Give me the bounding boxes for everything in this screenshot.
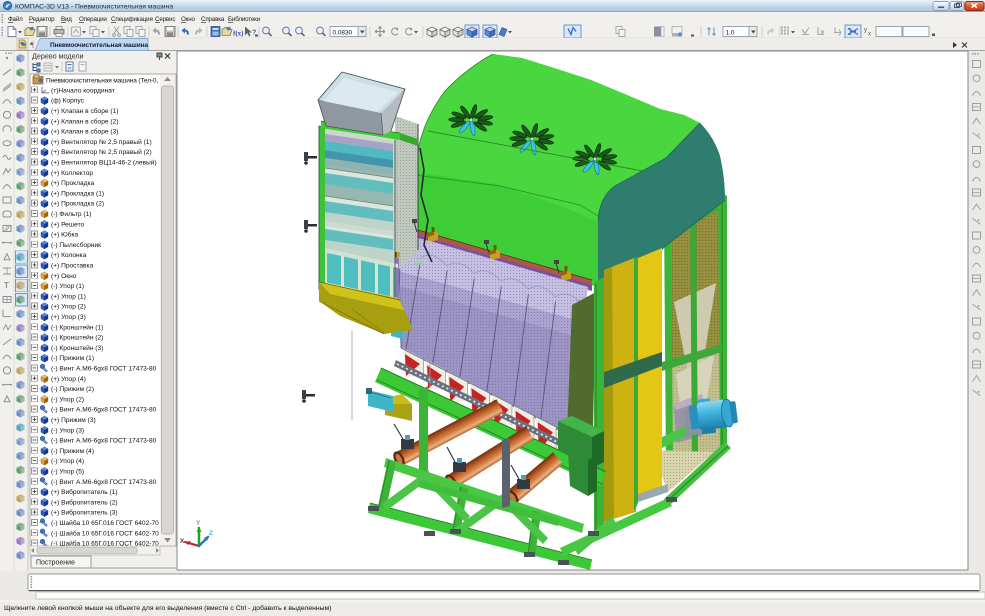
- svg-text:(-) Прижим (4): (-) Прижим (4): [51, 448, 94, 455]
- svg-text:(-) Шайба 10 65Г.016 ГОСТ 640: (-) Шайба 10 65Г.016 ГОСТ 6402-70: [51, 529, 159, 537]
- svg-text:(-) Пылесборник: (-) Пылесборник: [51, 241, 101, 249]
- svg-text:(+) Коллектор: (+) Коллектор: [51, 170, 93, 177]
- svg-text:Сервис: Сервис: [155, 16, 175, 23]
- svg-text:(-) Упор (5): (-) Упор (5): [51, 469, 84, 476]
- svg-text:Редактор: Редактор: [29, 16, 55, 23]
- svg-text:Дерево модели: Дерево модели: [32, 52, 84, 61]
- svg-text:(+) Прокладка (2): (+) Прокладка (2): [51, 201, 104, 208]
- svg-text:(-) Винт А.М6-6gх8 ГОСТ 17473-: (-) Винт А.М6-6gх8 ГОСТ 17473-80: [51, 438, 157, 445]
- svg-text:Y: Y: [196, 520, 201, 527]
- svg-text:(+) Прокладка (1): (+) Прокладка (1): [51, 190, 104, 197]
- svg-text:Z: Z: [209, 530, 213, 537]
- svg-text:(+) Клапан в сборе (1): (+) Клапан в сборе (1): [51, 107, 118, 115]
- svg-text:0.0830: 0.0830: [333, 29, 353, 36]
- svg-text:(-) Шайба 10 65Г.016 ГОСТ 640: (-) Шайба 10 65Г.016 ГОСТ 6402-70: [51, 519, 159, 527]
- svg-text:Вид: Вид: [61, 16, 72, 23]
- svg-text:(+) Прижим (3): (+) Прижим (3): [51, 417, 96, 424]
- svg-text:(+) Окно: (+) Окно: [51, 273, 77, 280]
- svg-text:Справка: Справка: [201, 16, 225, 23]
- svg-text:(ф) Корпус: (ф) Корпус: [51, 98, 85, 105]
- svg-text:(-) Винт А.М6-6gх8 ГОСТ 17473-: (-) Винт А.М6-6gх8 ГОСТ 17473-80: [51, 479, 157, 486]
- svg-text:(-) Винт А.М6-6gх8 ГОСТ 17473-: (-) Винт А.М6-6gх8 ГОСТ 17473-80: [51, 366, 157, 373]
- svg-text:(+) Упор (4): (+) Упор (4): [51, 376, 86, 383]
- svg-text:T: T: [4, 281, 9, 290]
- svg-text:Библиотеки: Библиотеки: [228, 16, 261, 23]
- svg-text:Щелкните левой кнопкой мыши на: Щелкните левой кнопкой мыши на объекте д…: [4, 604, 332, 612]
- svg-text:(+) Вибропитатель (1): (+) Вибропитатель (1): [51, 488, 118, 496]
- svg-text:(-) Прижим (1): (-) Прижим (1): [51, 355, 94, 362]
- svg-text:Спецификация: Спецификация: [111, 16, 153, 23]
- svg-text:(+) Вентилятор № 2,5 правый (1: (+) Вентилятор № 2,5 правый (1): [51, 138, 152, 146]
- svg-text:1.0: 1.0: [726, 29, 735, 36]
- svg-text:(-) Упор (2): (-) Упор (2): [51, 396, 84, 403]
- svg-text:(-) Кронштейн (1): (-) Кронштейн (1): [51, 323, 103, 331]
- svg-text:X: X: [180, 538, 185, 545]
- svg-text:x: x: [868, 32, 871, 38]
- svg-text:(+) Клапан в сборе (3): (+) Клапан в сборе (3): [51, 128, 118, 136]
- svg-text:(-) Винт А.М6-6gх8 ГОСТ 17473-: (-) Винт А.М6-6gх8 ГОСТ 17473-80: [51, 407, 157, 414]
- svg-text:(-) Прижим (2): (-) Прижим (2): [51, 386, 94, 393]
- svg-text:(-) Кронштейн (2): (-) Кронштейн (2): [51, 334, 103, 342]
- svg-text:(+) Упор (1): (+) Упор (1): [51, 293, 86, 300]
- svg-text:КОМПАС-3D V13 - Пневмоочистите: КОМПАС-3D V13 - Пневмоочистительная маши…: [15, 3, 173, 10]
- svg-text:(+) Вентилятор № 2,5 правый (2: (+) Вентилятор № 2,5 правый (2): [51, 148, 152, 156]
- svg-text:Файл: Файл: [8, 16, 23, 23]
- svg-text:(т)Начало координат: (т)Начало координат: [51, 87, 115, 94]
- svg-text:(-) Упор (3): (-) Упор (3): [51, 427, 84, 434]
- svg-text:(+) Юбка: (+) Юбка: [51, 231, 79, 239]
- svg-text:Пневмоочистительная машина: Пневмоочистительная машина: [50, 42, 148, 49]
- svg-text:(+) Вибропитатель (3): (+) Вибропитатель (3): [51, 509, 118, 517]
- svg-text:(+) Упор (2): (+) Упор (2): [51, 304, 86, 311]
- svg-text:(+) Вентилятор ВЦ14-46-2 (левы: (+) Вентилятор ВЦ14-46-2 (левый): [51, 159, 157, 167]
- svg-text:(+) Колонка: (+) Колонка: [51, 252, 87, 259]
- svg-text:(-) Фильтр (1): (-) Фильтр (1): [51, 211, 91, 218]
- svg-text:(-) Упор (4): (-) Упор (4): [51, 458, 84, 465]
- svg-text:y: y: [864, 28, 867, 34]
- svg-text:Операции: Операции: [79, 16, 107, 23]
- svg-text:(+) Вибропитатель (2): (+) Вибропитатель (2): [51, 498, 118, 506]
- svg-text:(+) Проставка: (+) Проставка: [51, 263, 94, 270]
- svg-text:Пневмоочистительная машина (Те: Пневмоочистительная машина (Тел-0, С: [46, 77, 165, 84]
- svg-text:(+) Клапан в сборе (2): (+) Клапан в сборе (2): [51, 117, 118, 125]
- svg-text:(+) Упор (3): (+) Упор (3): [51, 314, 86, 321]
- svg-text:(-) Кронштейн (3): (-) Кронштейн (3): [51, 344, 103, 352]
- svg-text:(+) Решето: (+) Решето: [51, 221, 85, 228]
- svg-text:f(x): f(x): [233, 30, 244, 38]
- svg-text:Окно: Окно: [181, 16, 195, 23]
- svg-text:(-) Упор (1): (-) Упор (1): [51, 283, 84, 290]
- svg-text:(+) Прокладка: (+) Прокладка: [51, 180, 94, 187]
- svg-text:Построение: Построение: [36, 560, 75, 567]
